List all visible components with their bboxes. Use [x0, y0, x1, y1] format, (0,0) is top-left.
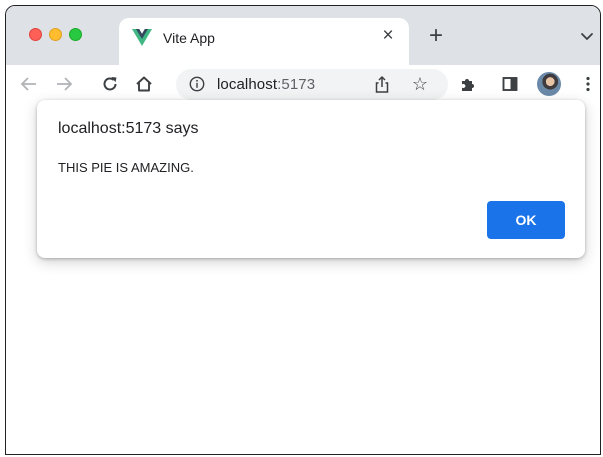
- window-zoom-button[interactable]: [69, 28, 82, 41]
- tab-vite-app[interactable]: Vite App ×: [119, 18, 409, 65]
- dialog-title: localhost:5173 says: [58, 120, 199, 137]
- arrow-right-icon[interactable]: [54, 74, 74, 94]
- address-bar[interactable]: localhost:5173 ☆: [176, 69, 448, 100]
- tab-title: Vite App: [163, 30, 215, 46]
- window-minimize-button[interactable]: [49, 28, 62, 41]
- vue-logo-icon: [132, 29, 152, 46]
- side-panel-icon[interactable]: [500, 74, 520, 94]
- avatar[interactable]: [537, 72, 561, 96]
- reload-icon[interactable]: [100, 74, 120, 94]
- browser-toolbar: localhost:5173 ☆: [6, 65, 600, 103]
- bookmark-star-icon[interactable]: ☆: [410, 74, 430, 94]
- new-tab-button[interactable]: +: [426, 24, 446, 48]
- info-icon[interactable]: [189, 76, 205, 92]
- tab-strip: Vite App × +: [6, 6, 600, 65]
- url-text[interactable]: localhost:5173: [217, 76, 315, 93]
- ok-button[interactable]: OK: [487, 201, 565, 239]
- home-icon[interactable]: [134, 74, 154, 94]
- alert-dialog: localhost:5173 says THIS PIE IS AMAZING.…: [37, 100, 585, 258]
- chevron-down-icon[interactable]: [580, 32, 594, 42]
- puzzle-icon[interactable]: [458, 74, 478, 94]
- url-port: :5173: [277, 76, 316, 93]
- url-host: localhost: [217, 76, 278, 93]
- arrow-left-icon[interactable]: [19, 74, 39, 94]
- share-icon[interactable]: [373, 75, 391, 94]
- dialog-message: THIS PIE IS AMAZING.: [58, 160, 194, 175]
- tab-close-icon[interactable]: ×: [379, 26, 397, 45]
- kebab-menu-icon[interactable]: [578, 74, 598, 94]
- window-close-button[interactable]: [29, 28, 42, 41]
- browser-window: Vite App × + localhost:5173 ☆ localhost:…: [5, 5, 601, 455]
